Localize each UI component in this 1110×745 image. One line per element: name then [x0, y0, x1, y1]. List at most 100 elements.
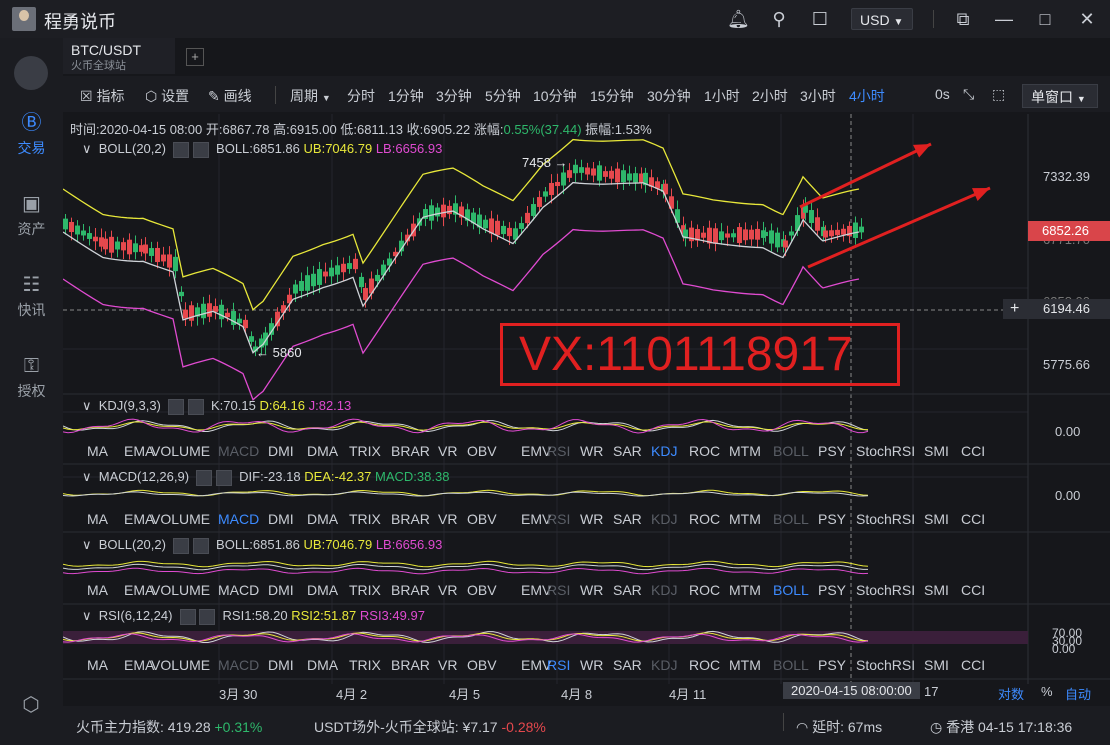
indicator-tab-ema[interactable]: EMA: [124, 443, 154, 459]
indicator-tab-obv[interactable]: OBV: [467, 443, 497, 459]
indicator-tab-mtm[interactable]: MTM: [729, 657, 761, 673]
indicator-tab-boll[interactable]: BOLL: [773, 443, 809, 459]
indicator-tab-stochrsi[interactable]: StochRSI: [856, 443, 915, 459]
indicator-tab-vr[interactable]: VR: [438, 443, 457, 459]
indicator-tab-ma[interactable]: MA: [87, 582, 108, 598]
minimize-icon[interactable]: —: [993, 8, 1015, 30]
add-tab-button[interactable]: +: [186, 48, 204, 66]
settings-small-icon[interactable]: [179, 608, 196, 625]
indicator-tab-cci[interactable]: CCI: [961, 582, 985, 598]
window-mode-select[interactable]: 单窗口 ▼: [1022, 84, 1098, 108]
close-small-icon[interactable]: [199, 608, 216, 625]
indicator-tab-macd[interactable]: MACD: [218, 657, 259, 673]
indicator-tab-cci[interactable]: CCI: [961, 657, 985, 673]
indicator-tab-smi[interactable]: SMI: [924, 582, 949, 598]
close-small-icon[interactable]: [187, 398, 204, 415]
screenshot-icon[interactable]: ⬚: [992, 86, 1005, 103]
collapse-icon[interactable]: ∨: [82, 537, 92, 552]
indicator-tab-dmi[interactable]: DMI: [268, 657, 294, 673]
indicator-tab-brar[interactable]: BRAR: [391, 511, 430, 527]
indicator-tab-obv[interactable]: OBV: [467, 657, 497, 673]
shirt-icon[interactable]: ☐: [809, 8, 831, 30]
period-3h[interactable]: 3小时: [800, 86, 836, 106]
indicator-tab-trix[interactable]: TRIX: [349, 443, 381, 459]
indicator-tab-macd[interactable]: MACD: [218, 582, 259, 598]
indicator-tab-dma[interactable]: DMA: [307, 657, 338, 673]
settings-small-icon[interactable]: [168, 398, 185, 415]
indicator-tab-stochrsi[interactable]: StochRSI: [856, 657, 915, 673]
indicator-tab-dmi[interactable]: DMI: [268, 511, 294, 527]
indicator-button[interactable]: ☒ 指标: [80, 86, 124, 106]
indicator-tab-psy[interactable]: PSY: [818, 657, 846, 673]
indicator-tab-ema[interactable]: EMA: [124, 582, 154, 598]
indicator-tab-trix[interactable]: TRIX: [349, 582, 381, 598]
indicator-tab-ma[interactable]: MA: [87, 443, 108, 459]
indicator-tab-kdj[interactable]: KDJ: [651, 443, 677, 459]
indicator-tab-boll[interactable]: BOLL: [773, 511, 809, 527]
period-30m[interactable]: 30分钟: [647, 86, 691, 106]
period-10m[interactable]: 10分钟: [533, 86, 577, 106]
sidebar-item-news[interactable]: ☷ 快讯: [0, 274, 63, 320]
indicator-tab-stochrsi[interactable]: StochRSI: [856, 511, 915, 527]
indicator-tab-rsi[interactable]: RSI: [547, 443, 570, 459]
indicator-tab-rsi[interactable]: RSI: [547, 511, 570, 527]
indicator-tab-roc[interactable]: ROC: [689, 511, 720, 527]
avatar[interactable]: [12, 7, 36, 31]
indicator-tab-kdj[interactable]: KDJ: [651, 582, 677, 598]
indicator-tab-sar[interactable]: SAR: [613, 443, 642, 459]
sidebar-item-assets[interactable]: ▣ 资产: [0, 193, 63, 239]
indicator-tab-mtm[interactable]: MTM: [729, 443, 761, 459]
indicator-tab-wr[interactable]: WR: [580, 657, 603, 673]
period-dropdown[interactable]: 周期 ▼: [290, 86, 331, 106]
indicator-tab-trix[interactable]: TRIX: [349, 511, 381, 527]
indicator-tab-psy[interactable]: PSY: [818, 582, 846, 598]
indicator-tab-sar[interactable]: SAR: [613, 657, 642, 673]
indicator-tab-kdj[interactable]: KDJ: [651, 511, 677, 527]
indicator-tab-macd[interactable]: MACD: [218, 443, 259, 459]
collapse-icon[interactable]: ∨: [82, 469, 92, 484]
indicator-tab-vr[interactable]: VR: [438, 657, 457, 673]
indicator-tab-macd[interactable]: MACD: [218, 511, 259, 527]
collapse-icon[interactable]: ∨: [82, 398, 92, 413]
sidebar-item-trade[interactable]: Ⓑ 交易: [0, 112, 63, 158]
indicator-tab-ma[interactable]: MA: [87, 657, 108, 673]
sidebar-item-auth[interactable]: ⚿ 授权: [0, 355, 63, 401]
indicator-tab-cci[interactable]: CCI: [961, 511, 985, 527]
period-fen[interactable]: 分时: [347, 86, 375, 106]
indicator-tab-roc[interactable]: ROC: [689, 582, 720, 598]
indicator-tab-smi[interactable]: SMI: [924, 511, 949, 527]
indicator-tab-obv[interactable]: OBV: [467, 582, 497, 598]
period-15m[interactable]: 15分钟: [590, 86, 634, 106]
indicator-tab-boll[interactable]: BOLL: [773, 657, 809, 673]
indicator-tab-ma[interactable]: MA: [87, 511, 108, 527]
collapse-icon[interactable]: ∨: [82, 141, 92, 156]
close-small-icon[interactable]: [192, 537, 209, 554]
settings-small-icon[interactable]: [173, 537, 190, 554]
indicator-tab-dma[interactable]: DMA: [307, 582, 338, 598]
indicator-tab-mtm[interactable]: MTM: [729, 511, 761, 527]
auto-scale-button[interactable]: 自动: [1065, 684, 1091, 703]
close-icon[interactable]: ✕: [1076, 8, 1098, 30]
indicator-tab-ema[interactable]: EMA: [124, 511, 154, 527]
refresh-interval[interactable]: 0s: [935, 86, 950, 102]
indicator-tab-brar[interactable]: BRAR: [391, 582, 430, 598]
indicator-tab-roc[interactable]: ROC: [689, 657, 720, 673]
indicator-tab-dma[interactable]: DMA: [307, 443, 338, 459]
log-scale-button[interactable]: 对数: [998, 684, 1024, 703]
indicator-tab-smi[interactable]: SMI: [924, 657, 949, 673]
plus-icon[interactable]: +: [1010, 300, 1019, 318]
indicator-tab-smi[interactable]: SMI: [924, 443, 949, 459]
period-1m[interactable]: 1分钟: [388, 86, 424, 106]
close-small-icon[interactable]: [192, 141, 209, 158]
period-2h[interactable]: 2小时: [752, 86, 788, 106]
fullscreen-icon[interactable]: ⤡: [963, 86, 974, 103]
indicator-tab-volume[interactable]: VOLUME: [151, 582, 210, 598]
indicator-tab-obv[interactable]: OBV: [467, 511, 497, 527]
indicator-tab-vr[interactable]: VR: [438, 582, 457, 598]
indicator-tab-psy[interactable]: PSY: [818, 443, 846, 459]
indicator-tab-dmi[interactable]: DMI: [268, 443, 294, 459]
indicator-tab-volume[interactable]: VOLUME: [151, 657, 210, 673]
indicator-tab-brar[interactable]: BRAR: [391, 443, 430, 459]
indicator-tab-kdj[interactable]: KDJ: [651, 657, 677, 673]
indicator-tab-vr[interactable]: VR: [438, 511, 457, 527]
